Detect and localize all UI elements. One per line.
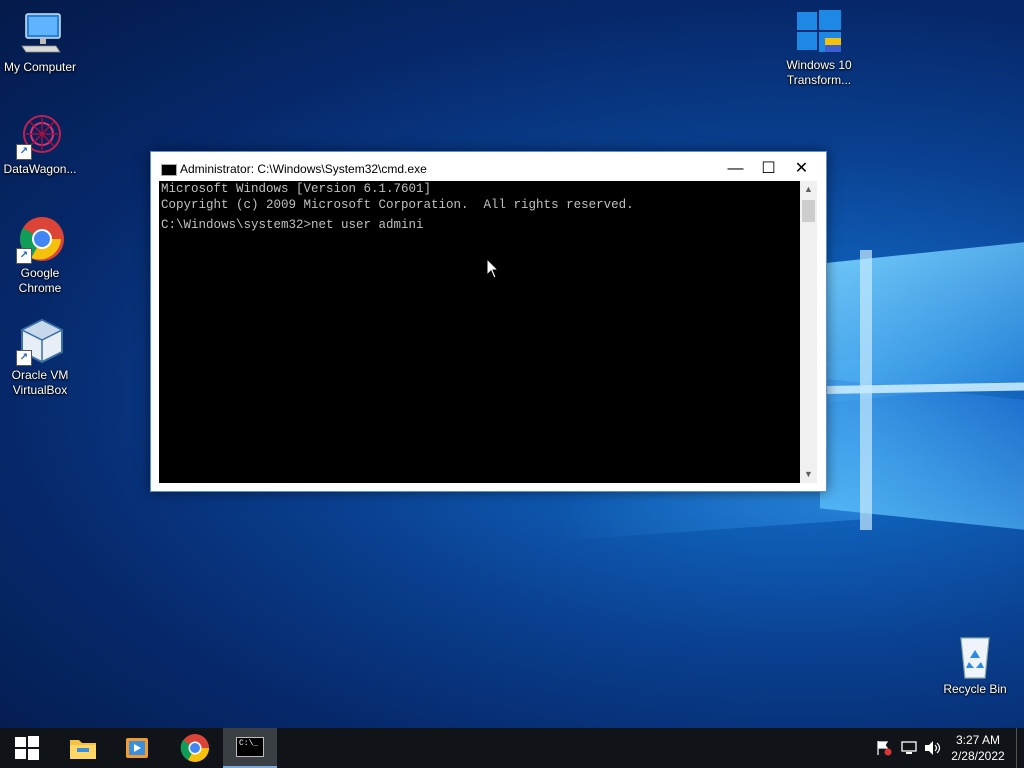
desktop-icon-label: Windows 10 Transform...	[786, 58, 852, 87]
computer-icon	[16, 10, 64, 58]
desktop-icon-label: Google Chrome	[18, 266, 62, 295]
network-icon[interactable]	[900, 740, 918, 759]
scroll-down-icon[interactable]: ▼	[800, 466, 817, 483]
desktop-icon-virtualbox[interactable]: ↗ Oracle VM VirtualBox	[0, 318, 80, 398]
show-desktop-button[interactable]	[1016, 728, 1024, 768]
desktop-icon-label: DataWagon...	[3, 162, 77, 176]
taskbar-file-explorer[interactable]	[56, 728, 110, 768]
chrome-icon: ↗	[16, 216, 64, 264]
folder-icon	[70, 740, 96, 759]
recycle-bin-icon	[951, 632, 999, 680]
wallpaper-divider	[860, 250, 872, 530]
taskbar-clock[interactable]: 3:27 AM 2/28/2022	[944, 732, 1012, 764]
console-line: Copyright (c) 2009 Microsoft Corporation…	[161, 198, 634, 212]
clock-date: 2/28/2022	[951, 749, 1005, 763]
cmd-icon-text: C:\_	[239, 739, 259, 748]
close-icon: ✕	[794, 160, 809, 177]
shortcut-arrow-icon: ↗	[16, 144, 32, 160]
wallpaper-window-pane	[820, 236, 1024, 404]
windows-logo-icon	[15, 736, 39, 760]
desktop-icon-my-computer[interactable]: My Computer	[0, 10, 80, 75]
windows-logo-icon	[795, 8, 843, 56]
taskbar-cmd[interactable]: C:\_	[223, 728, 277, 768]
cmd-icon: C:\_	[236, 737, 264, 757]
vertical-scrollbar[interactable]: ▲ ▼	[800, 181, 817, 483]
media-player-icon	[126, 738, 148, 758]
shortcut-arrow-icon: ↗	[16, 248, 32, 264]
desktop-icon-label: Recycle Bin	[943, 682, 1007, 696]
taskbar-chrome[interactable]	[168, 728, 222, 768]
chrome-icon	[180, 734, 209, 762]
desktop-icon-label: Oracle VM VirtualBox	[11, 368, 69, 397]
clock-time: 3:27 AM	[955, 733, 1001, 747]
start-button[interactable]	[0, 728, 54, 768]
desktop-icon-recycle-bin[interactable]: Recycle Bin	[935, 632, 1015, 697]
desktop-icon-label: My Computer	[3, 60, 77, 74]
datawagon-icon: ↗	[16, 112, 64, 160]
maximize-icon: ☐	[761, 160, 776, 177]
desktop-icon-google-chrome[interactable]: ↗ Google Chrome	[0, 216, 80, 296]
desktop[interactable]: My Computer ↗ DataWagon... ↗ Google Chro	[0, 0, 1024, 728]
window-title: Administrator: C:\Windows\System32\cmd.e…	[180, 162, 427, 176]
action-center-flag-icon[interactable]	[876, 740, 892, 759]
cmd-window[interactable]: Administrator: C:\Windows\System32\cmd.e…	[150, 151, 827, 492]
desktop-icon-datawagon[interactable]: ↗ DataWagon...	[0, 112, 80, 177]
volume-icon[interactable]	[924, 740, 942, 759]
console-input-line[interactable]: C:\Windows\system32>net user admini	[159, 217, 800, 233]
scroll-up-icon[interactable]: ▲	[800, 181, 817, 198]
shortcut-arrow-icon: ↗	[16, 350, 32, 366]
minimize-icon: —	[727, 160, 744, 177]
desktop-icon-windows10-transform[interactable]: Windows 10 Transform...	[779, 8, 859, 88]
cmd-icon	[161, 164, 177, 176]
console-output[interactable]: Microsoft Windows [Version 6.1.7601] Cop…	[159, 181, 800, 483]
console-line: Microsoft Windows [Version 6.1.7601]	[161, 182, 432, 196]
virtualbox-icon: ↗	[16, 318, 64, 366]
taskbar: C:\_ 3:27 AM 2/28/2022	[0, 728, 1024, 768]
taskbar-media-player[interactable]	[110, 728, 164, 768]
scrollbar-thumb[interactable]	[802, 200, 815, 222]
